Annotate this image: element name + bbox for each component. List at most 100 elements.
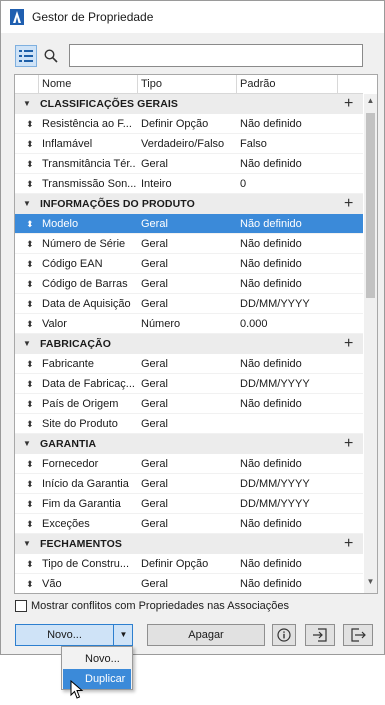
property-row[interactable]: ⬍ Modelo Geral Não definido: [15, 214, 363, 234]
property-default: DD/MM/YYYY: [240, 498, 310, 510]
drag-handle-icon[interactable]: ⬍: [26, 574, 34, 593]
list-view-button[interactable]: [15, 45, 37, 67]
add-property-icon[interactable]: +: [344, 94, 353, 113]
property-row[interactable]: ⬍ Código de Barras Geral Não definido: [15, 274, 363, 294]
delete-button[interactable]: Apagar: [147, 624, 265, 646]
collapse-triangle-icon[interactable]: ▼: [23, 334, 31, 354]
menu-item-new[interactable]: Novo...: [63, 649, 131, 669]
add-property-icon[interactable]: +: [344, 534, 353, 553]
property-manager-window: Gestor de Propriedade Nome Tipo Padrão ▼…: [0, 0, 385, 655]
property-row[interactable]: ⬍ Tipo de Constru... Definir Opção Não defi…: [15, 554, 363, 574]
export-button[interactable]: [343, 624, 373, 646]
add-property-icon[interactable]: +: [344, 434, 353, 453]
drag-handle-icon[interactable]: ⬍: [26, 514, 34, 534]
drag-handle-icon[interactable]: ⬍: [26, 354, 34, 374]
property-type: Geral: [141, 378, 168, 390]
property-row[interactable]: ⬍ Número de Série Geral Não definido: [15, 234, 363, 254]
property-row[interactable]: ⬍ Transmitância Tér... Geral Não definido: [15, 154, 363, 174]
window-title: Gestor de Propriedade: [32, 10, 154, 24]
scroll-up-icon[interactable]: ▲: [364, 96, 377, 108]
drag-handle-icon[interactable]: ⬍: [26, 394, 34, 414]
property-row[interactable]: ⬍ Vão Geral Não definido: [15, 574, 363, 593]
property-name: Resistência ao F...: [42, 118, 132, 130]
drag-handle-icon[interactable]: ⬍: [26, 114, 34, 134]
drag-handle-icon[interactable]: ⬍: [26, 374, 34, 394]
property-name: Vão: [42, 578, 62, 590]
group-row[interactable]: ▼ GARANTIA +: [15, 434, 363, 454]
property-row[interactable]: ⬍ Início da Garantia Geral DD/MM/YYYY: [15, 474, 363, 494]
property-default: Não definido: [240, 358, 302, 370]
search-input[interactable]: [69, 44, 363, 67]
new-split-button[interactable]: Novo... ▼: [15, 624, 133, 646]
property-row[interactable]: ⬍ Inflamável Verdadeiro/Falso Falso: [15, 134, 363, 154]
drag-handle-icon[interactable]: ⬍: [26, 274, 34, 294]
property-name: Tipo de Constru...: [42, 558, 130, 570]
property-default: Não definido: [240, 398, 302, 410]
group-row[interactable]: ▼ FECHAMENTOS +: [15, 534, 363, 554]
drag-handle-icon[interactable]: ⬍: [26, 254, 34, 274]
drag-handle-icon[interactable]: ⬍: [26, 474, 34, 494]
drag-handle-icon[interactable]: ⬍: [26, 234, 34, 254]
conflict-option[interactable]: Mostrar conflitos com Propriedades nas A…: [15, 599, 289, 613]
add-property-icon[interactable]: +: [344, 194, 353, 213]
scrollbar-thumb[interactable]: [366, 113, 375, 298]
collapse-triangle-icon[interactable]: ▼: [23, 194, 31, 214]
drag-handle-icon[interactable]: ⬍: [26, 494, 34, 514]
drag-handle-icon[interactable]: ⬍: [26, 174, 34, 194]
property-default: Não definido: [240, 458, 302, 470]
property-row[interactable]: ⬍ País de Origem Geral Não definido: [15, 394, 363, 414]
drag-handle-icon[interactable]: ⬍: [26, 134, 34, 154]
group-row[interactable]: ▼ FABRICAÇÃO +: [15, 334, 363, 354]
drag-handle-icon[interactable]: ⬍: [26, 314, 34, 334]
table-header: Nome Tipo Padrão: [15, 75, 363, 94]
property-row[interactable]: ⬍ Data de Fabricaç... Geral DD/MM/YYYY: [15, 374, 363, 394]
collapse-triangle-icon[interactable]: ▼: [23, 534, 31, 554]
property-row[interactable]: ⬍ Código EAN Geral Não definido: [15, 254, 363, 274]
property-default: Não definido: [240, 238, 302, 250]
info-icon: [277, 628, 291, 642]
info-button[interactable]: [272, 624, 296, 646]
property-default: DD/MM/YYYY: [240, 478, 310, 490]
property-default: Não definido: [240, 558, 302, 570]
property-row[interactable]: ⬍ Resistência ao F... Definir Opção Não def…: [15, 114, 363, 134]
property-row[interactable]: ⬍ Fornecedor Geral Não definido: [15, 454, 363, 474]
scroll-down-icon[interactable]: ▼: [364, 577, 377, 589]
column-header-tipo[interactable]: Tipo: [137, 75, 237, 94]
property-type: Geral: [141, 238, 168, 250]
property-row[interactable]: ⬍ Valor Número 0.000: [15, 314, 363, 334]
group-row[interactable]: ▼ INFORMAÇÕES DO PRODUTO +: [15, 194, 363, 214]
property-type: Geral: [141, 578, 168, 590]
property-name: Transmissão Son...: [42, 178, 136, 190]
property-type: Definir Opção: [141, 558, 209, 570]
vertical-scrollbar[interactable]: ▲ ▼: [364, 94, 377, 593]
collapse-triangle-icon[interactable]: ▼: [23, 94, 31, 114]
property-type: Geral: [141, 518, 168, 530]
group-row[interactable]: ▼ CLASSIFICAÇÕES GERAIS +: [15, 94, 363, 114]
column-header-nome[interactable]: Nome: [38, 75, 138, 94]
property-row[interactable]: ⬍ Data de Aquisição Geral DD/MM/YYYY: [15, 294, 363, 314]
collapse-triangle-icon[interactable]: ▼: [23, 434, 31, 454]
property-type: Geral: [141, 418, 168, 430]
drag-handle-icon[interactable]: ⬍: [26, 214, 34, 234]
search-button[interactable]: [40, 45, 62, 67]
property-row[interactable]: ⬍ Exceções Geral Não definido: [15, 514, 363, 534]
property-row[interactable]: ⬍ Transmissão Son... Inteiro 0: [15, 174, 363, 194]
chevron-down-icon[interactable]: ▼: [114, 625, 133, 645]
property-row[interactable]: ⬍ Site do Produto Geral: [15, 414, 363, 434]
import-button[interactable]: [305, 624, 335, 646]
export-icon: [351, 628, 366, 642]
property-type: Geral: [141, 358, 168, 370]
property-type: Geral: [141, 398, 168, 410]
new-button-label: Novo...: [47, 629, 82, 641]
column-header-padrao[interactable]: Padrão: [236, 75, 338, 94]
drag-handle-icon[interactable]: ⬍: [26, 554, 34, 574]
drag-handle-icon[interactable]: ⬍: [26, 294, 34, 314]
add-property-icon[interactable]: +: [344, 334, 353, 353]
drag-handle-icon[interactable]: ⬍: [26, 414, 34, 434]
property-default: Não definido: [240, 518, 302, 530]
drag-handle-icon[interactable]: ⬍: [26, 454, 34, 474]
drag-handle-icon[interactable]: ⬍: [26, 154, 34, 174]
conflict-checkbox[interactable]: [15, 600, 27, 612]
property-row[interactable]: ⬍ Fim da Garantia Geral DD/MM/YYYY: [15, 494, 363, 514]
property-row[interactable]: ⬍ Fabricante Geral Não definido: [15, 354, 363, 374]
